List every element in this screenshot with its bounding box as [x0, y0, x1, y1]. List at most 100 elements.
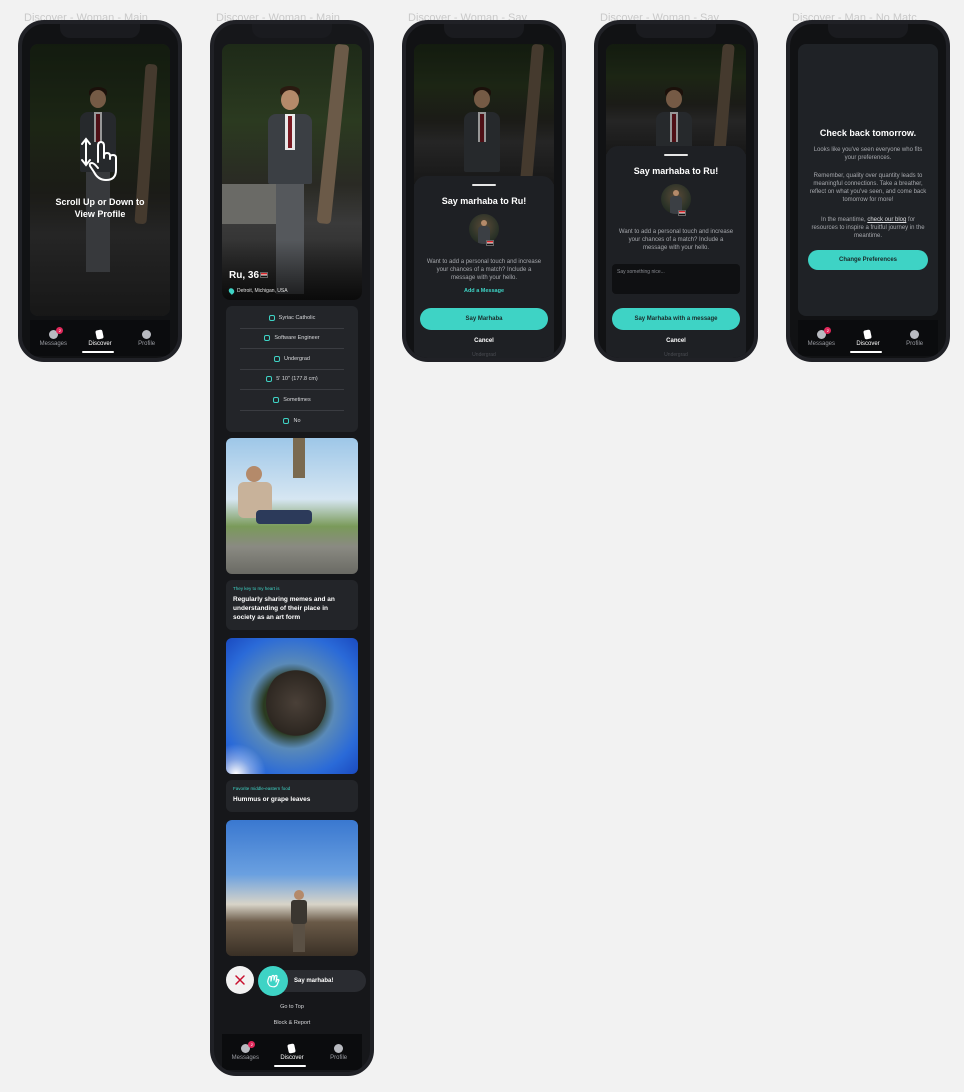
- profile-main-photo[interactable]: Ru, 36 Detroit, Michigan, USA: [222, 44, 362, 300]
- wave-hand-button[interactable]: [258, 966, 288, 996]
- sheet-description: Want to add a personal touch and increas…: [618, 229, 734, 251]
- cards-icon: [95, 328, 105, 340]
- phone-profile-scroll: Ru, 36 Detroit, Michigan, USA Syriac Cat…: [210, 20, 374, 1076]
- nav-discover-label: Discover: [856, 340, 880, 347]
- nav-messages-label: Messages: [39, 340, 67, 347]
- ruler-icon: [266, 376, 273, 383]
- nav-messages[interactable]: 2 Messages: [801, 326, 841, 347]
- match-avatar: [469, 214, 499, 244]
- detail-text: 5' 10" (177.8 cm): [276, 376, 318, 383]
- say-marhaba-button[interactable]: Say marhaba!: [258, 966, 366, 996]
- tiny-planet: [266, 668, 326, 738]
- profile-photo: [222, 44, 362, 300]
- person-head: [294, 890, 304, 900]
- nav-profile[interactable]: Profile: [127, 329, 167, 347]
- messages-badge: 2: [248, 1040, 256, 1048]
- empty-text-2: Remember, quality over quantity leads to…: [809, 173, 927, 203]
- empty-state-screen: Check back tomorrow. Looks like you've s…: [798, 44, 938, 316]
- say-marhaba-with-message-button[interactable]: Say Marhaba with a message: [612, 308, 740, 330]
- profile-name-age: Ru, 36: [229, 270, 260, 281]
- peek-label: Undergrad: [664, 352, 688, 358]
- detail-smoking: No: [240, 411, 344, 432]
- detail-text: Undergrad: [284, 355, 310, 362]
- detail-text: Syriac Catholic: [278, 314, 316, 321]
- cancel-button[interactable]: Cancel: [606, 338, 746, 344]
- block-report-link[interactable]: Block & Report: [214, 1020, 370, 1026]
- profile-location: Detroit, Michigan, USA: [227, 287, 288, 295]
- religion-icon: [268, 314, 275, 321]
- add-message-link[interactable]: Add a Message: [414, 288, 554, 294]
- location-pin-icon: [227, 287, 236, 295]
- profile-icon: [334, 1043, 344, 1053]
- prompt-label: Favorite middle-eastern food: [233, 786, 291, 791]
- detail-height: 5' 10" (177.8 cm): [240, 370, 344, 390]
- details-card: Syriac Catholic Software Engineer Underg…: [226, 306, 358, 432]
- go-to-top-link[interactable]: Go to Top: [214, 1004, 370, 1010]
- notch: [60, 24, 140, 38]
- say-screen: Say marhaba to Ru! Want to add a persona…: [414, 44, 554, 358]
- say-bottom-sheet: Say marhaba to Ru! Want to add a persona…: [606, 146, 746, 358]
- phone-say-marhaba: Say marhaba to Ru! Want to add a persona…: [402, 20, 566, 362]
- change-preferences-button[interactable]: Change Preferences: [808, 250, 928, 270]
- profile-photo-eiffel[interactable]: [226, 438, 358, 574]
- detail-education: Undergrad: [240, 349, 344, 370]
- profile-photo-hike[interactable]: [226, 820, 358, 956]
- tree-trunk: [316, 44, 350, 225]
- flag-icon: [260, 272, 268, 278]
- notch: [252, 24, 332, 38]
- cigarette-icon: [283, 417, 290, 424]
- profile-photo-screen[interactable]: Scroll Up or Down to View Profile: [30, 44, 170, 316]
- say-marhaba-primary-button[interactable]: Say Marhaba: [420, 308, 548, 330]
- nav-messages[interactable]: 2 Messages: [225, 1040, 265, 1061]
- background-photo: [606, 44, 746, 154]
- nav-messages[interactable]: 2 Messages: [33, 326, 73, 347]
- nav-discover-label: Discover: [88, 340, 112, 347]
- scroll-hand-icon: [81, 137, 117, 181]
- graduation-cap-icon: [274, 355, 280, 362]
- sun-flare: [226, 744, 276, 774]
- messages-badge: 2: [824, 326, 832, 334]
- sheet-title: Say marhaba to Ru!: [441, 196, 527, 206]
- notch: [444, 24, 524, 38]
- prompt-card-1: They key to my heart is Regularly sharin…: [226, 580, 358, 630]
- nav-profile[interactable]: Profile: [895, 329, 935, 347]
- prompt-card-2: Favorite middle-eastern food Hummus or g…: [226, 780, 358, 812]
- sheet-title: Say marhaba to Ru!: [633, 166, 719, 176]
- home-indicator: [82, 351, 114, 353]
- say-bottom-sheet: Say marhaba to Ru! Want to add a persona…: [414, 176, 554, 358]
- background-photo: [414, 44, 554, 184]
- detail-drinking: Sometimes: [240, 390, 344, 411]
- scroll-hint-text: Scroll Up or Down to View Profile: [55, 197, 145, 219]
- wall: [222, 184, 282, 224]
- cancel-button[interactable]: Cancel: [414, 338, 554, 344]
- person-body: [291, 900, 307, 924]
- phone-no-matches: Check back tomorrow. Looks like you've s…: [786, 20, 950, 362]
- empty-title: Check back tomorrow.: [819, 128, 917, 138]
- profile-icon: [910, 329, 920, 339]
- pass-button[interactable]: [226, 966, 254, 994]
- prompt-answer: Hummus or grape leaves: [233, 796, 311, 803]
- nav-discover[interactable]: Discover: [80, 328, 120, 347]
- empty-text-3: In the meantime, check our blog for reso…: [808, 216, 928, 240]
- nav-discover[interactable]: Discover: [848, 328, 888, 347]
- nav-profile[interactable]: Profile: [319, 1043, 359, 1061]
- location-text: Detroit, Michigan, USA: [237, 288, 288, 294]
- notch: [636, 24, 716, 38]
- briefcase-icon: [264, 335, 271, 342]
- nav-profile-label: Profile: [138, 340, 156, 347]
- nav-messages-label: Messages: [231, 1054, 259, 1061]
- blog-link[interactable]: check our blog: [867, 217, 906, 223]
- glass-icon: [273, 396, 280, 403]
- nav-profile-label: Profile: [906, 340, 924, 347]
- phone-discover-main: Scroll Up or Down to View Profile 2 Mess…: [18, 20, 182, 362]
- profile-icon: [142, 329, 152, 339]
- cards-icon: [287, 1042, 297, 1054]
- sheet-handle[interactable]: [472, 184, 496, 186]
- eiffel-tower: [284, 438, 314, 478]
- sheet-handle[interactable]: [664, 154, 688, 156]
- profile-photo-planet[interactable]: [226, 638, 358, 774]
- person-head: [246, 466, 262, 482]
- nav-discover[interactable]: Discover: [272, 1042, 312, 1061]
- home-indicator: [274, 1065, 306, 1067]
- message-input[interactable]: Say something nice...: [612, 264, 740, 294]
